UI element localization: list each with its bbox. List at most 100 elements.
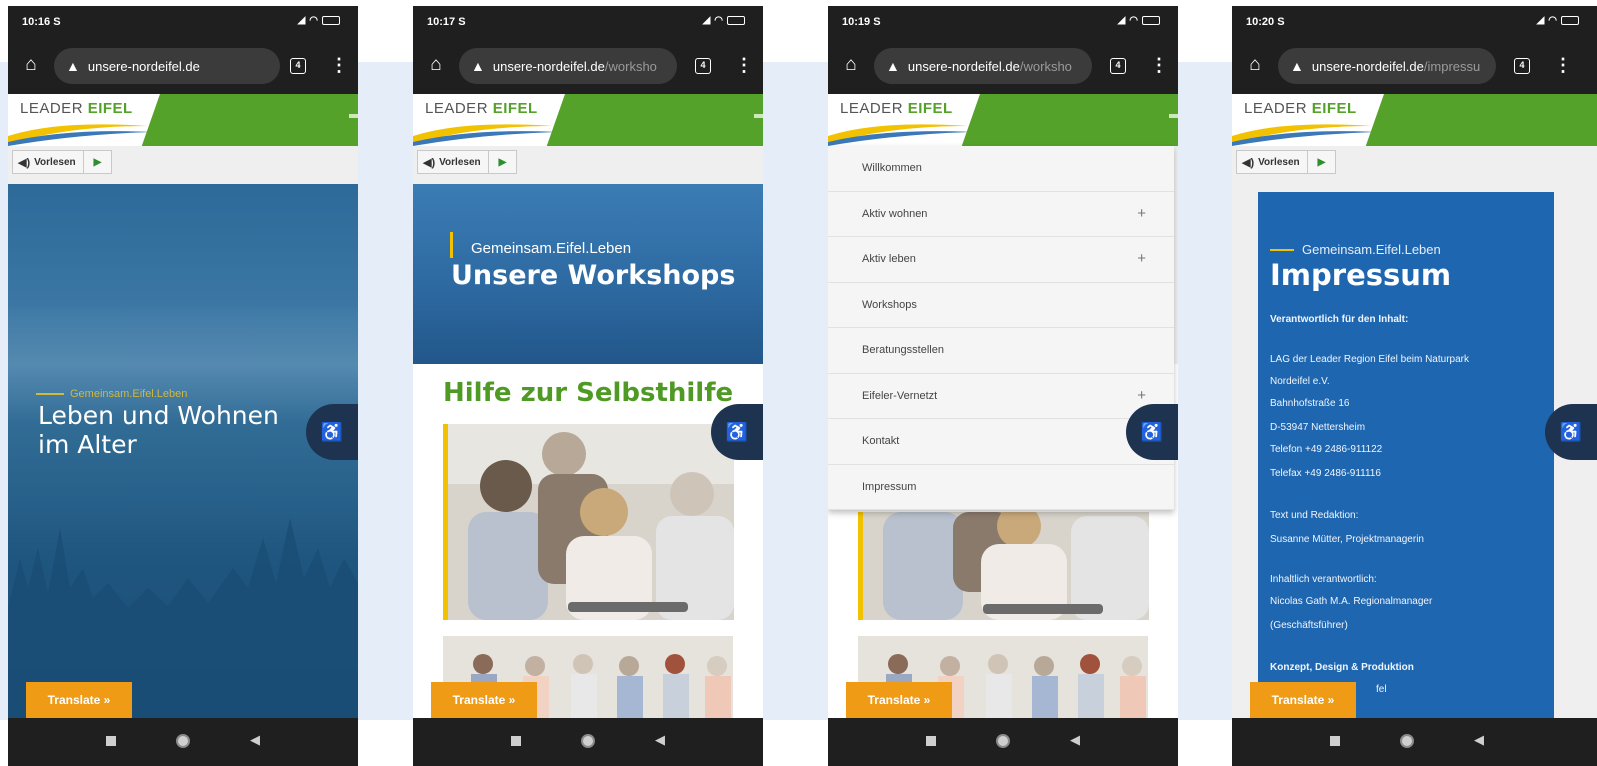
menu-item-aktiv-leben[interactable]: Aktiv leben + <box>828 237 1174 283</box>
read-aloud-button[interactable]: ◀) Vorlesen ▶ <box>1236 150 1337 174</box>
workshop-photo <box>863 512 1149 620</box>
battery-icon <box>1142 16 1160 25</box>
menu-item-workshops[interactable]: Workshops <box>828 283 1174 328</box>
nav-home-icon[interactable] <box>176 734 190 748</box>
leader-eifel-logo[interactable]: LEADER EIFEL <box>828 94 980 146</box>
menu-item-eifeler-vernetzt[interactable]: Eifeler-Vernetzt + <box>828 374 1174 419</box>
nav-recents-icon[interactable] <box>1330 736 1340 746</box>
text-person: Susanne Mütter, Projektmanagerin <box>1270 534 1424 545</box>
nav-home-icon[interactable] <box>1400 734 1414 748</box>
menu-dots-icon[interactable]: ⋮ <box>1554 55 1572 75</box>
nav-recents-icon[interactable] <box>106 736 116 746</box>
accessibility-button[interactable]: ♿ <box>1545 404 1597 460</box>
translate-button[interactable]: Translate » <box>431 682 537 718</box>
signal-icon: ◢ <box>297 15 306 26</box>
fax-line: Telefax +49 2486-911116 <box>1270 468 1381 479</box>
accessibility-icon: ♿ <box>1559 421 1583 442</box>
menu-toggle-stub[interactable] <box>1169 114 1178 118</box>
concept-heading: Konzept, Design & Produktion <box>1270 662 1414 673</box>
hero-banner: Gemeinsam.Eifel.Leben Leben und Wohnen i… <box>8 184 358 718</box>
tabs-icon[interactable]: 4 <box>695 58 711 74</box>
status-icons: ◢ ◠ <box>298 15 340 26</box>
play-icon[interactable]: ▶ <box>84 157 112 168</box>
address-bar[interactable]: ▲ unsere-nordeifel.de/worksho <box>874 48 1092 84</box>
nav-back-icon[interactable]: ◀ <box>1474 732 1484 748</box>
translate-button[interactable]: Translate » <box>1250 682 1356 718</box>
nav-back-icon[interactable]: ◀ <box>1070 732 1080 748</box>
accessibility-button[interactable]: ♿ <box>711 404 763 460</box>
nav-home-icon[interactable] <box>996 734 1010 748</box>
accessibility-button[interactable]: ♿ <box>1126 404 1178 460</box>
url-host: unsere-nordeifel.de <box>87 58 200 74</box>
org-line: Nordeifel e.V. <box>1270 376 1330 387</box>
expand-icon[interactable]: + <box>1137 205 1146 222</box>
read-aloud-button[interactable]: ◀) Vorlesen ▶ <box>417 150 518 174</box>
section-heading: Hilfe zur Selbsthilfe <box>443 378 734 408</box>
menu-item-willkommen[interactable]: Willkommen <box>828 146 1174 192</box>
url-host: unsere-nordeifel.de <box>1311 58 1424 74</box>
menu-dots-icon[interactable]: ⋮ <box>330 55 348 75</box>
read-aloud-row: ◀) Vorlesen ▶ <box>8 146 358 184</box>
leader-eifel-logo[interactable]: LEADER EIFEL <box>8 94 160 146</box>
phone-screen-impressum: 10:20 S ◢ ◠ ⌂ ▲ unsere-nordeifel.de/impre… <box>1232 6 1597 766</box>
home-icon[interactable]: ⌂ <box>840 54 862 76</box>
battery-icon <box>322 16 340 25</box>
leader-eifel-logo[interactable]: LEADER EIFEL <box>413 94 565 146</box>
tabs-icon[interactable]: 4 <box>1110 58 1126 74</box>
nav-back-icon[interactable]: ◀ <box>250 732 260 748</box>
phone-screen-menu: 10:19 S ◢ ◠ ⌂ ▲ unsere-nordeifel.de/works… <box>828 6 1178 766</box>
home-icon[interactable]: ⌂ <box>20 54 42 76</box>
tabs-icon[interactable]: 4 <box>1514 58 1530 74</box>
expand-icon[interactable]: + <box>1137 387 1146 404</box>
status-bar: 10:16 S ◢ ◠ <box>8 6 358 40</box>
menu-item-kontakt[interactable]: Kontakt <box>828 419 1174 465</box>
wifi-icon: ◠ <box>714 15 723 26</box>
status-time: 10:19 S <box>842 16 881 28</box>
leader-eifel-logo[interactable]: LEADER EIFEL <box>1232 94 1384 146</box>
address-bar[interactable]: ▲ unsere-nordeifel.de/impressu <box>1278 48 1496 84</box>
content-heading: Inhaltlich verantwortlich: <box>1270 574 1377 585</box>
home-icon[interactable]: ⌂ <box>425 54 447 76</box>
site-header: LEADER EIFEL <box>413 94 763 146</box>
responsible-heading: Verantwortlich für den Inhalt: <box>1270 314 1409 325</box>
wifi-icon: ◠ <box>309 15 318 26</box>
browser-toolbar: ⌂ ▲ unsere-nordeifel.de 4 ⋮ <box>8 40 358 94</box>
accessibility-button[interactable]: ♿ <box>306 404 358 460</box>
read-aloud-label: Vorlesen <box>439 156 481 168</box>
status-time: 10:16 S <box>22 16 61 28</box>
play-icon[interactable]: ▶ <box>489 157 517 168</box>
menu-item-beratungsstellen[interactable]: Beratungsstellen <box>828 328 1174 374</box>
menu-toggle-stub[interactable] <box>754 114 763 118</box>
expand-icon[interactable]: + <box>1137 250 1146 267</box>
web-page: LEADER EIFEL ◀) Vorlesen ▶ Gemeinsam.Eife… <box>8 94 358 718</box>
nav-home-icon[interactable] <box>581 734 595 748</box>
read-aloud-label: Vorlesen <box>1258 156 1300 168</box>
menu-dots-icon[interactable]: ⋮ <box>1150 55 1168 75</box>
nav-recents-icon[interactable] <box>511 736 521 746</box>
nav-back-icon[interactable]: ◀ <box>655 732 665 748</box>
menu-item-aktiv-wohnen[interactable]: Aktiv wohnen + <box>828 192 1174 237</box>
translate-button[interactable]: Translate » <box>26 682 132 718</box>
menu-item-impressum[interactable]: Impressum <box>828 465 1174 510</box>
menu-dots-icon[interactable]: ⋮ <box>735 55 753 75</box>
address-bar[interactable]: ▲ unsere-nordeifel.de <box>54 48 280 84</box>
menu-toggle-stub[interactable] <box>349 114 358 118</box>
translate-button[interactable]: Translate » <box>846 682 952 718</box>
address-bar[interactable]: ▲ unsere-nordeifel.de/worksho <box>459 48 677 84</box>
tabs-icon[interactable]: 4 <box>290 58 306 74</box>
nav-recents-icon[interactable] <box>926 736 936 746</box>
content-role: (Geschäftsführer) <box>1270 620 1348 631</box>
url-path: /impressu <box>1423 58 1481 74</box>
play-icon[interactable]: ▶ <box>1308 157 1336 168</box>
concept-partial: fel <box>1376 684 1387 695</box>
read-aloud-row: ◀) Vorlesen ▶ <box>1232 146 1597 184</box>
status-bar: 10:20 S ◢ ◠ <box>1232 6 1597 40</box>
read-aloud-button[interactable]: ◀) Vorlesen ▶ <box>12 150 113 174</box>
status-bar: 10:19 S ◢ ◠ <box>828 6 1178 40</box>
workshop-photo <box>448 424 734 620</box>
accessibility-icon: ♿ <box>725 421 749 442</box>
status-icons: ◢ ◠ <box>703 15 745 26</box>
warning-icon: ▲ <box>471 58 485 74</box>
url-host: unsere-nordeifel.de <box>492 58 605 74</box>
home-icon[interactable]: ⌂ <box>1244 54 1266 76</box>
